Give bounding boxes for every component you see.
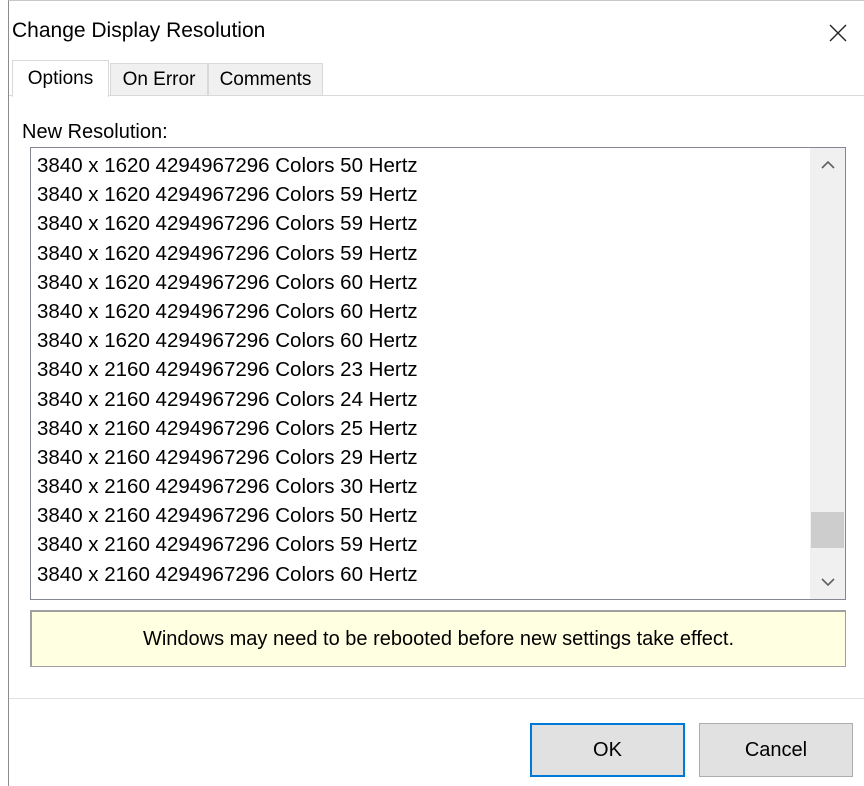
scroll-track[interactable] bbox=[810, 182, 845, 565]
resolution-listbox[interactable]: 3840 x 1620 4294967296 Colors 50 Hertz 38… bbox=[30, 147, 846, 600]
resolution-list-item[interactable]: 3840 x 2160 4294967296 Colors 50 Hertz bbox=[31, 501, 809, 530]
resolution-list-item[interactable]: 3840 x 2160 4294967296 Colors 24 Hertz bbox=[31, 385, 809, 414]
chevron-up-icon bbox=[820, 160, 835, 169]
tab-options[interactable]: Options bbox=[12, 60, 109, 97]
resolution-list-item[interactable]: 3840 x 2160 4294967296 Colors 25 Hertz bbox=[31, 414, 809, 443]
ok-button-label: OK bbox=[593, 738, 622, 761]
resolution-list-item[interactable]: 3840 x 1620 4294967296 Colors 59 Hertz bbox=[31, 209, 809, 238]
dialog-title: Change Display Resolution bbox=[12, 19, 266, 42]
resolution-list-item[interactable]: 3840 x 1620 4294967296 Colors 59 Hertz bbox=[31, 239, 809, 268]
tab-comments[interactable]: Comments bbox=[208, 63, 323, 95]
close-icon bbox=[829, 24, 847, 42]
cancel-button[interactable]: Cancel bbox=[699, 723, 853, 777]
ok-button[interactable]: OK bbox=[530, 723, 685, 777]
scroll-thumb[interactable] bbox=[811, 512, 844, 548]
resolution-list: 3840 x 1620 4294967296 Colors 50 Hertz 38… bbox=[31, 151, 809, 589]
new-resolution-label: New Resolution: bbox=[22, 121, 168, 143]
footer-separator bbox=[9, 698, 864, 699]
reboot-notice: Windows may need to be rebooted before n… bbox=[30, 610, 846, 667]
resolution-list-item[interactable]: 3840 x 1620 4294967296 Colors 60 Hertz bbox=[31, 326, 809, 355]
dialog-window: Change Display Resolution Options On Err… bbox=[8, 0, 864, 786]
resolution-list-item[interactable]: 3840 x 2160 4294967296 Colors 30 Hertz bbox=[31, 472, 809, 501]
chevron-down-icon bbox=[820, 578, 835, 587]
resolution-list-item[interactable]: 3840 x 2160 4294967296 Colors 59 Hertz bbox=[31, 530, 809, 559]
tab-on-error[interactable]: On Error bbox=[110, 63, 208, 95]
tab-strip: Options On Error Comments bbox=[9, 60, 864, 97]
resolution-list-item[interactable]: 3840 x 1620 4294967296 Colors 60 Hertz bbox=[31, 297, 809, 326]
resolution-list-item[interactable]: 3840 x 1620 4294967296 Colors 50 Hertz bbox=[31, 151, 809, 180]
resolution-list-item[interactable]: 3840 x 2160 4294967296 Colors 23 Hertz bbox=[31, 355, 809, 384]
tab-divider bbox=[9, 95, 864, 96]
scroll-down-button[interactable] bbox=[810, 565, 845, 599]
resolution-list-item[interactable]: 3840 x 1620 4294967296 Colors 60 Hertz bbox=[31, 268, 809, 297]
title-bar: Change Display Resolution bbox=[9, 1, 864, 59]
resolution-list-item[interactable]: 3840 x 1620 4294967296 Colors 59 Hertz bbox=[31, 180, 809, 209]
resolution-list-item[interactable]: 3840 x 2160 4294967296 Colors 60 Hertz bbox=[31, 560, 809, 589]
vertical-scrollbar[interactable] bbox=[810, 148, 845, 599]
cancel-button-label: Cancel bbox=[744, 738, 808, 761]
tab-on-error-label: On Error bbox=[122, 68, 196, 90]
tab-comments-label: Comments bbox=[219, 68, 312, 90]
reboot-notice-text: Windows may need to be rebooted before n… bbox=[142, 627, 735, 650]
close-button[interactable] bbox=[820, 15, 856, 51]
tab-options-label: Options bbox=[27, 68, 94, 89]
scroll-up-button[interactable] bbox=[810, 148, 845, 182]
resolution-list-item[interactable]: 3840 x 2160 4294967296 Colors 29 Hertz bbox=[31, 443, 809, 472]
